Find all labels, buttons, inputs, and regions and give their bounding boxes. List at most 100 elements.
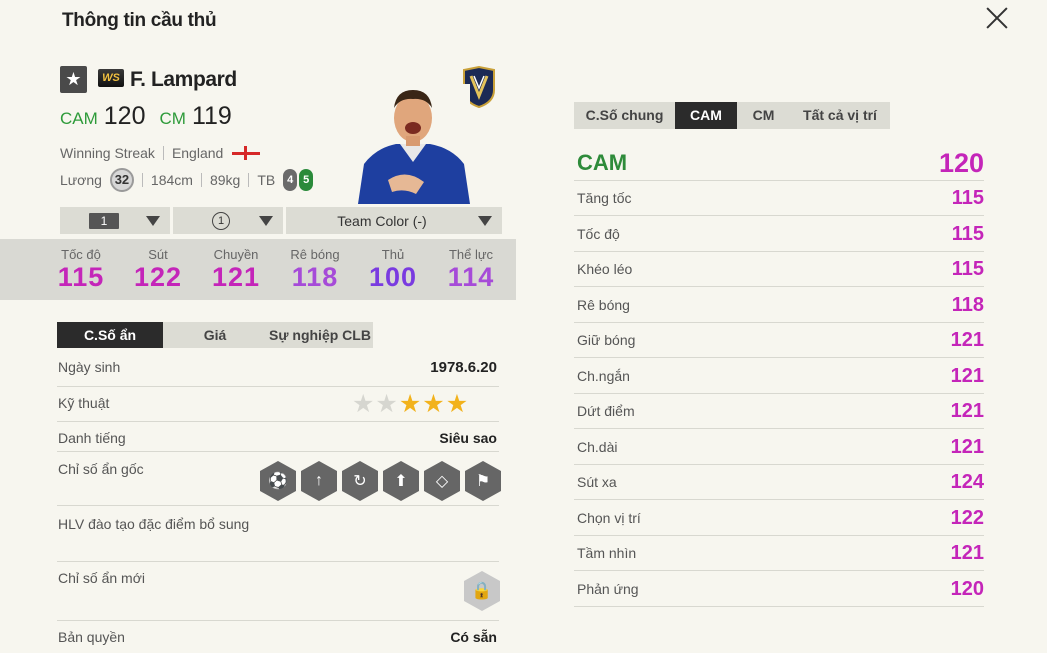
main-stat-label: Tốc độ <box>61 247 101 262</box>
main-stat: Chuyền 121 <box>201 247 271 292</box>
weight-value: 89kg <box>209 172 241 188</box>
position-ovr: 120 <box>103 102 146 130</box>
lock-icon[interactable]: 🔒 <box>464 571 500 611</box>
star-icon: ★ <box>60 66 87 93</box>
weak-foot-badge: 4 <box>283 169 298 191</box>
playmaker-icon[interactable]: ◇ <box>424 461 460 501</box>
page-title: Thông tin cầu thủ <box>62 10 217 31</box>
attribute-label: Ch.dài <box>577 438 618 455</box>
tab-cam[interactable]: CAM <box>675 102 737 129</box>
attribute-value: 121 <box>950 400 984 422</box>
main-stat-value: 122 <box>133 262 183 292</box>
divider <box>574 570 984 571</box>
divider <box>57 505 499 506</box>
fame-label: Danh tiếng <box>58 430 126 446</box>
divider <box>57 421 499 422</box>
license-value: Có sẵn <box>450 629 497 645</box>
chevron-down-icon <box>259 216 273 226</box>
adaptation-selector[interactable]: 1 <box>173 207 283 234</box>
adaptation-value: 1 <box>212 211 230 230</box>
attribute-value: 121 <box>950 542 984 564</box>
team-player-icon[interactable]: ⚑ <box>465 461 501 501</box>
main-stat: Rê bóng 118 <box>280 247 350 292</box>
attribute-value: 118 <box>951 293 984 316</box>
divider <box>574 180 984 181</box>
license-label: Bản quyền <box>58 629 125 645</box>
main-stat-value: 121 <box>211 262 261 292</box>
height-value: 184cm <box>150 172 193 188</box>
long-shot-icon[interactable]: ⚽ <box>260 461 296 501</box>
main-stat-value: 114 <box>447 262 495 292</box>
divider <box>574 357 984 358</box>
main-stat-value: 118 <box>291 262 339 292</box>
attribute-value: 121 <box>950 364 984 387</box>
new-traits-label: Chỉ số ẩn mới <box>58 570 145 586</box>
star-icon: ★ <box>398 390 422 418</box>
skill-label: Kỹ thuật <box>58 395 110 411</box>
divider <box>574 534 984 536</box>
position-label: CAM <box>60 109 98 128</box>
season-badge: WS <box>98 69 124 87</box>
power-header-icon[interactable]: ⬆ <box>383 461 419 501</box>
position-label: CM <box>159 109 186 128</box>
divider <box>57 561 499 562</box>
level-value: 1 <box>89 212 119 229</box>
main-stat-label: Thể lực <box>448 247 494 262</box>
player-name: F. Lampard <box>130 68 237 91</box>
main-stat-label: Chuyền <box>213 247 259 262</box>
strong-foot-badge: 5 <box>299 169 314 191</box>
divider <box>248 173 250 187</box>
divider <box>574 286 984 287</box>
main-stat-value: 115 <box>57 262 105 292</box>
attribute-label: Tốc độ <box>577 225 620 242</box>
divider <box>574 321 984 323</box>
main-stat-value: 100 <box>368 262 418 292</box>
attribute-label: Rê bóng <box>577 296 630 313</box>
close-icon[interactable] <box>982 4 1012 34</box>
chevron-down-icon <box>146 216 160 226</box>
attribute-label: Dứt điểm <box>577 403 635 419</box>
star-icon: ★ <box>422 390 445 418</box>
dribbler-icon[interactable]: ↻ <box>342 461 378 501</box>
player-photo <box>356 84 470 204</box>
team-color-selector[interactable]: Team Color (-) <box>286 207 502 234</box>
divider <box>162 146 164 160</box>
traits-label: Chỉ số ẩn gốc <box>58 461 144 477</box>
birth-value: 1978.6.20 <box>430 359 497 376</box>
salary-label: Lương <box>60 172 102 188</box>
attribute-value: 122 <box>950 506 984 529</box>
attribute-label: Khéo léo <box>577 261 633 277</box>
body-type: TB <box>257 172 276 188</box>
divider <box>574 428 984 429</box>
chevron-down-icon <box>478 216 492 226</box>
attribute-value: 121 <box>950 435 984 458</box>
position-rating-label: CAM <box>577 150 628 175</box>
attribute-value: 121 <box>950 329 984 351</box>
tab-general-stats[interactable]: C.Số chung <box>574 102 675 129</box>
position-tabs: C.Số chung CAM CM Tất cả vị trí <box>574 102 890 129</box>
tab-price[interactable]: Giá <box>163 322 267 348</box>
attribute-value: 124 <box>950 471 984 493</box>
position-rating-value: 120 <box>938 148 984 178</box>
attribute-label: Chọn vị trí <box>577 509 641 526</box>
tab-club-career[interactable]: Sự nghiệp CLB <box>267 322 373 348</box>
birth-label: Ngày sinh <box>58 359 121 375</box>
level-selector[interactable]: 1 <box>60 207 170 234</box>
tab-all-positions[interactable]: Tất cả vị trí <box>790 102 890 129</box>
divider <box>57 451 499 452</box>
divider <box>574 463 984 465</box>
attribute-label: Giữ bóng <box>577 332 636 348</box>
divider <box>57 386 499 387</box>
attribute-label: Sút xa <box>577 474 617 490</box>
attribute-value: 115 <box>951 222 984 245</box>
finesse-icon[interactable]: ↑ <box>301 461 337 501</box>
nation-name: England <box>171 145 224 161</box>
trait-icons: ⚽ ↑ ↻ ⬆ ◇ ⚑ <box>260 461 501 501</box>
tab-hidden-stats[interactable]: C.Số ẩn <box>57 322 163 348</box>
star-icon: ★ <box>352 390 375 418</box>
hidden-stats-tabs: C.Số ẩn Giá Sự nghiệp CLB <box>57 322 373 348</box>
attribute-label: Ch.ngắn <box>577 367 630 384</box>
main-stat: Thể lực 114 <box>436 247 506 292</box>
england-flag-icon <box>231 144 261 162</box>
tab-cm[interactable]: CM <box>737 102 790 129</box>
